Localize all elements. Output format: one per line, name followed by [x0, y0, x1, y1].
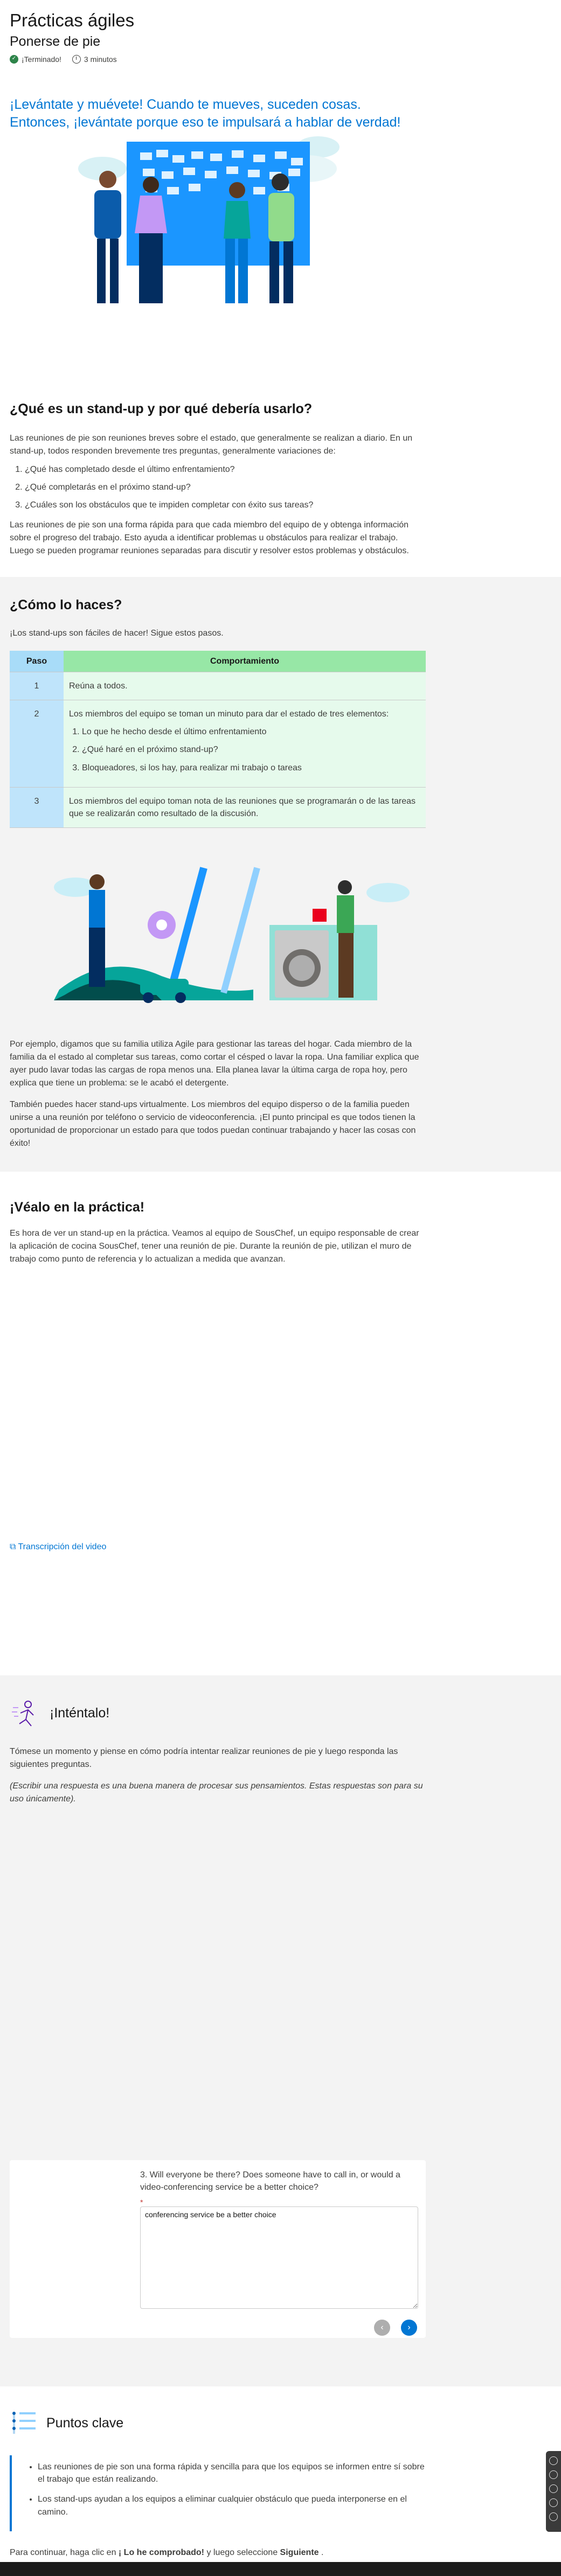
paragraph: También puedes hacer stand-ups virtualme… — [10, 1100, 416, 1148]
check-circle-icon: ✓ — [10, 54, 18, 64]
family-chores-illustration — [54, 867, 410, 1004]
video-transcript-link[interactable]: ⧉ Transcripción del video — [10, 1541, 424, 1553]
section-try: ¡Inténtalo! Tómese un momento y piense e… — [0, 1675, 561, 2386]
section-practice: ¡Véalo en la práctica! Es hora de ver un… — [0, 1172, 561, 1640]
feedback-icon — [549, 2498, 558, 2507]
external-link-icon: ⧉ — [10, 1542, 16, 1551]
feedback-widget[interactable] — [546, 2451, 561, 2532]
paragraph: Las reuniones de pie son una forma rápid… — [10, 520, 409, 556]
list-item: Bloqueadores, si los hay, para realizar … — [82, 762, 420, 774]
chores-illustration — [0, 844, 561, 1038]
hero-illustration — [0, 131, 561, 384]
team-standup-illustration — [78, 136, 340, 303]
status-text: ¡Terminado! — [22, 54, 61, 64]
table-header: Comportamiento — [64, 650, 426, 672]
questions-list: ¿Qué has completado desde el último enfr… — [25, 463, 424, 512]
clock-icon — [72, 54, 81, 64]
prev-question-button[interactable]: ‹ — [374, 2320, 390, 2336]
question-card: 3. Will everyone be there? Does someone … — [10, 2160, 426, 2338]
list-item: ¿Qué haré en el próximo stand-up? — [82, 743, 420, 756]
intro-text: ¡Levántate y muévete! Cuando te mueves, … — [10, 97, 401, 130]
table-row: 1 Reúna a todos. — [10, 672, 426, 700]
paragraph: Las reuniones de pie son reuniones breve… — [10, 433, 413, 456]
duration-text: 3 minutos — [84, 54, 117, 64]
question-text: 3. Will everyone be there? Does someone … — [140, 2170, 400, 2192]
table-row: 3 Los miembros del equipo toman nota de … — [10, 787, 426, 828]
section-heading: ¿Cómo lo haces? — [10, 597, 122, 613]
person-activity-icon — [12, 1701, 34, 1726]
paragraph: Tómese un momento y piense en cómo podrí… — [10, 1747, 398, 1769]
list-item: Los stand-ups ayudan a los equipos a eli… — [38, 2493, 426, 2518]
paragraph: Por ejemplo, digamos que su familia util… — [10, 1040, 419, 1088]
feedback-icon — [549, 2484, 558, 2493]
list-item: ¿Qué completarás en el próximo stand-up? — [25, 481, 424, 493]
steps-table: Paso Comportamiento 1 Reúna a todos. 2 L… — [10, 650, 426, 829]
key-points-list-icon — [12, 2412, 36, 2434]
table-header: Paso — [10, 650, 64, 672]
bottom-bar — [0, 2562, 561, 2576]
paragraph-note: (Escribir una respuesta es una buena man… — [10, 1781, 423, 1804]
key-points-box: Las reuniones de pie son una forma rápid… — [10, 2455, 426, 2531]
section-what: ¿Qué es un stand-up y por qué debería us… — [0, 384, 561, 558]
list-item: ¿Cuáles son los obstáculos que te impide… — [25, 499, 424, 511]
meta-row: ✓ ¡Terminado! 3 minutos — [10, 54, 551, 65]
feedback-icon — [549, 2456, 558, 2465]
list-item: ¿Qué has completado desde el último enfr… — [25, 463, 424, 476]
feedback-icon — [549, 2512, 558, 2521]
section-how: ¿Cómo lo haces? ¡Los stand-ups son fácil… — [0, 577, 561, 1172]
section-key-points: Puntos clave Las reuniones de pie son un… — [0, 2386, 561, 2559]
continue-instructions: Para continuar, haga clic en ¡ Lo he com… — [10, 2547, 324, 2557]
list-item: Las reuniones de pie son una forma rápid… — [38, 2461, 426, 2486]
unit-header: Prácticas ágiles Ponerse de pie ✓ ¡Termin… — [0, 0, 561, 80]
paragraph: ¡Los stand-ups son fáciles de hacer! Sig… — [10, 628, 224, 638]
section-heading: ¡Véalo en la práctica! — [10, 1200, 145, 1215]
table-row: 2 Los miembros del equipo se toman un mi… — [10, 700, 426, 788]
section-heading: ¡Inténtalo! — [50, 1705, 110, 1721]
paragraph: Es hora de ver un stand-up en la práctic… — [10, 1228, 419, 1264]
page-title: Prácticas ágiles — [10, 10, 135, 30]
list-item: Lo que he hecho desde el último enfrenta… — [82, 726, 420, 738]
answer-textarea[interactable]: conferencing service be a better choice — [140, 2206, 418, 2309]
section-heading: ¿Qué es un stand-up y por qué debería us… — [10, 401, 313, 416]
video-placeholder[interactable] — [10, 1266, 424, 1519]
feedback-icon — [549, 2470, 558, 2479]
next-question-button[interactable]: › — [401, 2320, 417, 2336]
section-heading: Puntos clave — [46, 2415, 124, 2431]
page-subtitle: Ponerse de pie — [10, 33, 101, 49]
